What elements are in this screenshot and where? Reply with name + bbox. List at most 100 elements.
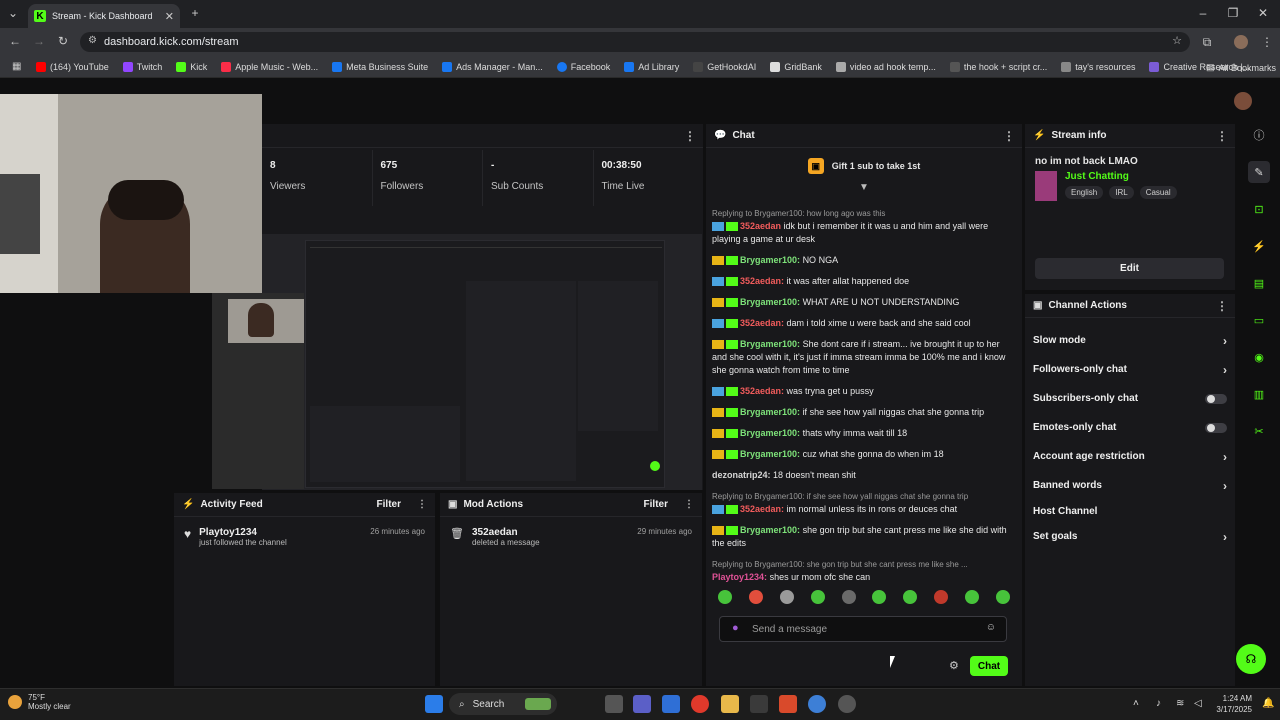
chrome-icon[interactable] xyxy=(691,695,709,713)
pencil-icon[interactable]: ✎ xyxy=(1248,161,1270,183)
emote-icon[interactable] xyxy=(872,590,887,604)
all-bookmarks[interactable]: ▤ All Bookmarks xyxy=(1206,62,1276,73)
chat-username[interactable]: Brygamer100: xyxy=(740,255,800,265)
gift-sub-banner[interactable]: ▣ Gift 1 sub to take 1st xyxy=(706,148,1022,184)
chat-settings-icon[interactable]: ⚙ xyxy=(949,659,959,672)
start-button[interactable] xyxy=(425,695,443,713)
store-icon[interactable] xyxy=(750,695,768,713)
more-options-icon[interactable]: ⋮ xyxy=(1216,299,1228,313)
notification-icon[interactable]: 🔔 xyxy=(1262,698,1274,709)
wrench-icon[interactable]: ✂ xyxy=(1248,420,1270,442)
browser-tab[interactable]: K Stream - Kick Dashboard ✕ xyxy=(28,4,180,28)
emote-icon[interactable] xyxy=(934,590,949,604)
wifi-icon[interactable]: ≋ xyxy=(1176,698,1184,709)
chat-username[interactable]: Brygamer100: xyxy=(740,297,800,307)
minimize-icon[interactable]: – xyxy=(1196,6,1210,20)
maximize-icon[interactable]: ❐ xyxy=(1226,6,1240,20)
emote-icon[interactable] xyxy=(841,590,856,604)
action-host-channel[interactable]: Host Channel xyxy=(1025,500,1235,522)
chat-username[interactable]: 352aedan: xyxy=(740,504,784,514)
action-banned-words[interactable]: Banned words › xyxy=(1025,471,1235,500)
bookmark-tays-resources[interactable]: tay's resources xyxy=(1061,61,1135,72)
activity-filter-button[interactable]: Filter xyxy=(377,499,401,510)
copilot-icon[interactable] xyxy=(662,695,680,713)
emotes-only-toggle[interactable] xyxy=(1205,422,1227,433)
new-tab-icon[interactable]: + xyxy=(188,6,202,20)
bookmark-ad-library[interactable]: Ad Library xyxy=(624,61,679,72)
bookmark-video-ad-hook[interactable]: video ad hook temp... xyxy=(835,61,936,72)
emote-icon[interactable] xyxy=(995,590,1010,604)
extensions-icon[interactable]: ⧉ xyxy=(1200,35,1214,49)
action-followers-only-chat[interactable]: Followers-only chat › xyxy=(1025,355,1235,384)
volume-icon[interactable]: ◁ xyxy=(1194,698,1202,709)
user-avatar[interactable] xyxy=(1234,92,1252,110)
url-input[interactable]: ⚙ dashboard.kick.com/stream ☆ xyxy=(80,32,1190,52)
task-view-icon[interactable] xyxy=(605,695,623,713)
chat-username[interactable]: dezonatrip24: xyxy=(712,470,771,480)
more-options-icon[interactable]: ⋮ xyxy=(684,129,696,143)
edit-stream-button[interactable]: Edit xyxy=(1035,258,1224,279)
tray-chevron-icon[interactable]: ˄ xyxy=(1133,698,1139,709)
reload-icon[interactable]: ↻ xyxy=(56,34,70,48)
chat-username[interactable]: 352aedan: xyxy=(740,276,784,286)
chrome-active-icon[interactable] xyxy=(808,695,826,713)
mod-filter-button[interactable]: Filter xyxy=(644,499,668,510)
action-slow-mode[interactable]: Slow mode › xyxy=(1025,326,1235,355)
bookmark-kick[interactable]: Kick xyxy=(176,61,207,72)
more-options-icon[interactable]: ⋮ xyxy=(1216,129,1228,143)
chat-options-icon[interactable]: ⋮ xyxy=(1003,129,1015,143)
layout-icon[interactable]: ▥ xyxy=(1248,383,1270,405)
back-icon[interactable]: ← xyxy=(8,34,22,48)
chat-username[interactable]: 352aedan: xyxy=(740,386,784,396)
chat-icon[interactable]: ▭ xyxy=(1248,309,1270,331)
activity-user[interactable]: Playtoy1234 xyxy=(199,527,287,538)
tab-close-icon[interactable]: ✕ xyxy=(165,10,174,23)
app-icon[interactable] xyxy=(779,695,797,713)
teams-icon[interactable] xyxy=(633,695,651,713)
chat-username[interactable]: Brygamer100: xyxy=(740,428,800,438)
bookmark-youtube[interactable]: (164) YouTube xyxy=(36,61,109,72)
chat-username[interactable]: Brygamer100: xyxy=(740,407,800,417)
focus-icon[interactable]: ⊡ xyxy=(1248,198,1270,220)
profile-avatar[interactable] xyxy=(1234,35,1248,49)
emote-icon[interactable] xyxy=(779,590,794,604)
mod-action-user[interactable]: 352aedan xyxy=(472,527,540,538)
chat-username[interactable]: 352aedan xyxy=(740,221,781,231)
emote-icon[interactable] xyxy=(748,590,763,604)
emoji-picker-icon[interactable]: ☺ xyxy=(986,622,996,633)
bookmark-apple-music[interactable]: Apple Music - Web... xyxy=(221,61,318,72)
bookmark-hook-script[interactable]: the hook + script cr... xyxy=(949,61,1047,72)
chat-username[interactable]: Brygamer100: xyxy=(740,525,800,535)
category-name[interactable]: Just Chatting xyxy=(1065,171,1183,182)
more-options-icon[interactable]: ⋮ xyxy=(417,499,427,510)
obs-icon[interactable] xyxy=(838,695,856,713)
emote-icon[interactable] xyxy=(718,590,732,604)
bolt-icon[interactable]: ⚡ xyxy=(1248,235,1270,257)
taskbar-clock[interactable]: 1:24 AM 3/17/2025 xyxy=(1212,693,1252,715)
pinned-collapse-icon[interactable]: ▼ xyxy=(706,183,1022,193)
bookmark-gridbank[interactable]: GridBank xyxy=(770,61,822,72)
chat-messages[interactable]: Replying to Brygamer100: how long ago wa… xyxy=(712,207,1012,582)
chat-message-input[interactable]: ● Send a message ☺ xyxy=(719,616,1007,642)
info-icon[interactable]: ⓘ xyxy=(1248,124,1270,146)
bookmark-facebook[interactable]: Facebook xyxy=(556,61,610,72)
forward-icon[interactable]: → xyxy=(32,34,46,48)
mic-icon[interactable]: ● xyxy=(732,622,739,634)
site-info-icon[interactable]: ⚙ xyxy=(88,35,97,46)
browser-menu-icon[interactable]: ⋮ xyxy=(1260,35,1274,49)
support-button[interactable]: ☊ xyxy=(1236,644,1266,674)
mic-tray-icon[interactable]: ♪ xyxy=(1156,698,1161,709)
bookmark-star-icon[interactable]: ☆ xyxy=(1172,34,1182,47)
bookmark-twitch[interactable]: Twitch xyxy=(122,61,162,72)
close-window-icon[interactable]: ✕ xyxy=(1256,6,1270,20)
action-set-goals[interactable]: Set goals › xyxy=(1025,522,1235,551)
tab-search-icon[interactable]: ⌄ xyxy=(6,6,20,20)
weather-widget[interactable]: 75°F Mostly clear xyxy=(8,693,71,711)
bookmark-ads-manager[interactable]: Ads Manager - Man... xyxy=(442,61,543,72)
taskbar-search[interactable]: ⌕ Search xyxy=(449,693,557,715)
chat-username[interactable]: Playtoy1234: xyxy=(712,572,767,582)
chat-username[interactable]: Brygamer100: xyxy=(740,449,800,459)
clipboard-icon[interactable]: ▤ xyxy=(1248,272,1270,294)
file-explorer-icon[interactable] xyxy=(721,695,739,713)
more-options-icon[interactable]: ⋮ xyxy=(684,499,694,510)
